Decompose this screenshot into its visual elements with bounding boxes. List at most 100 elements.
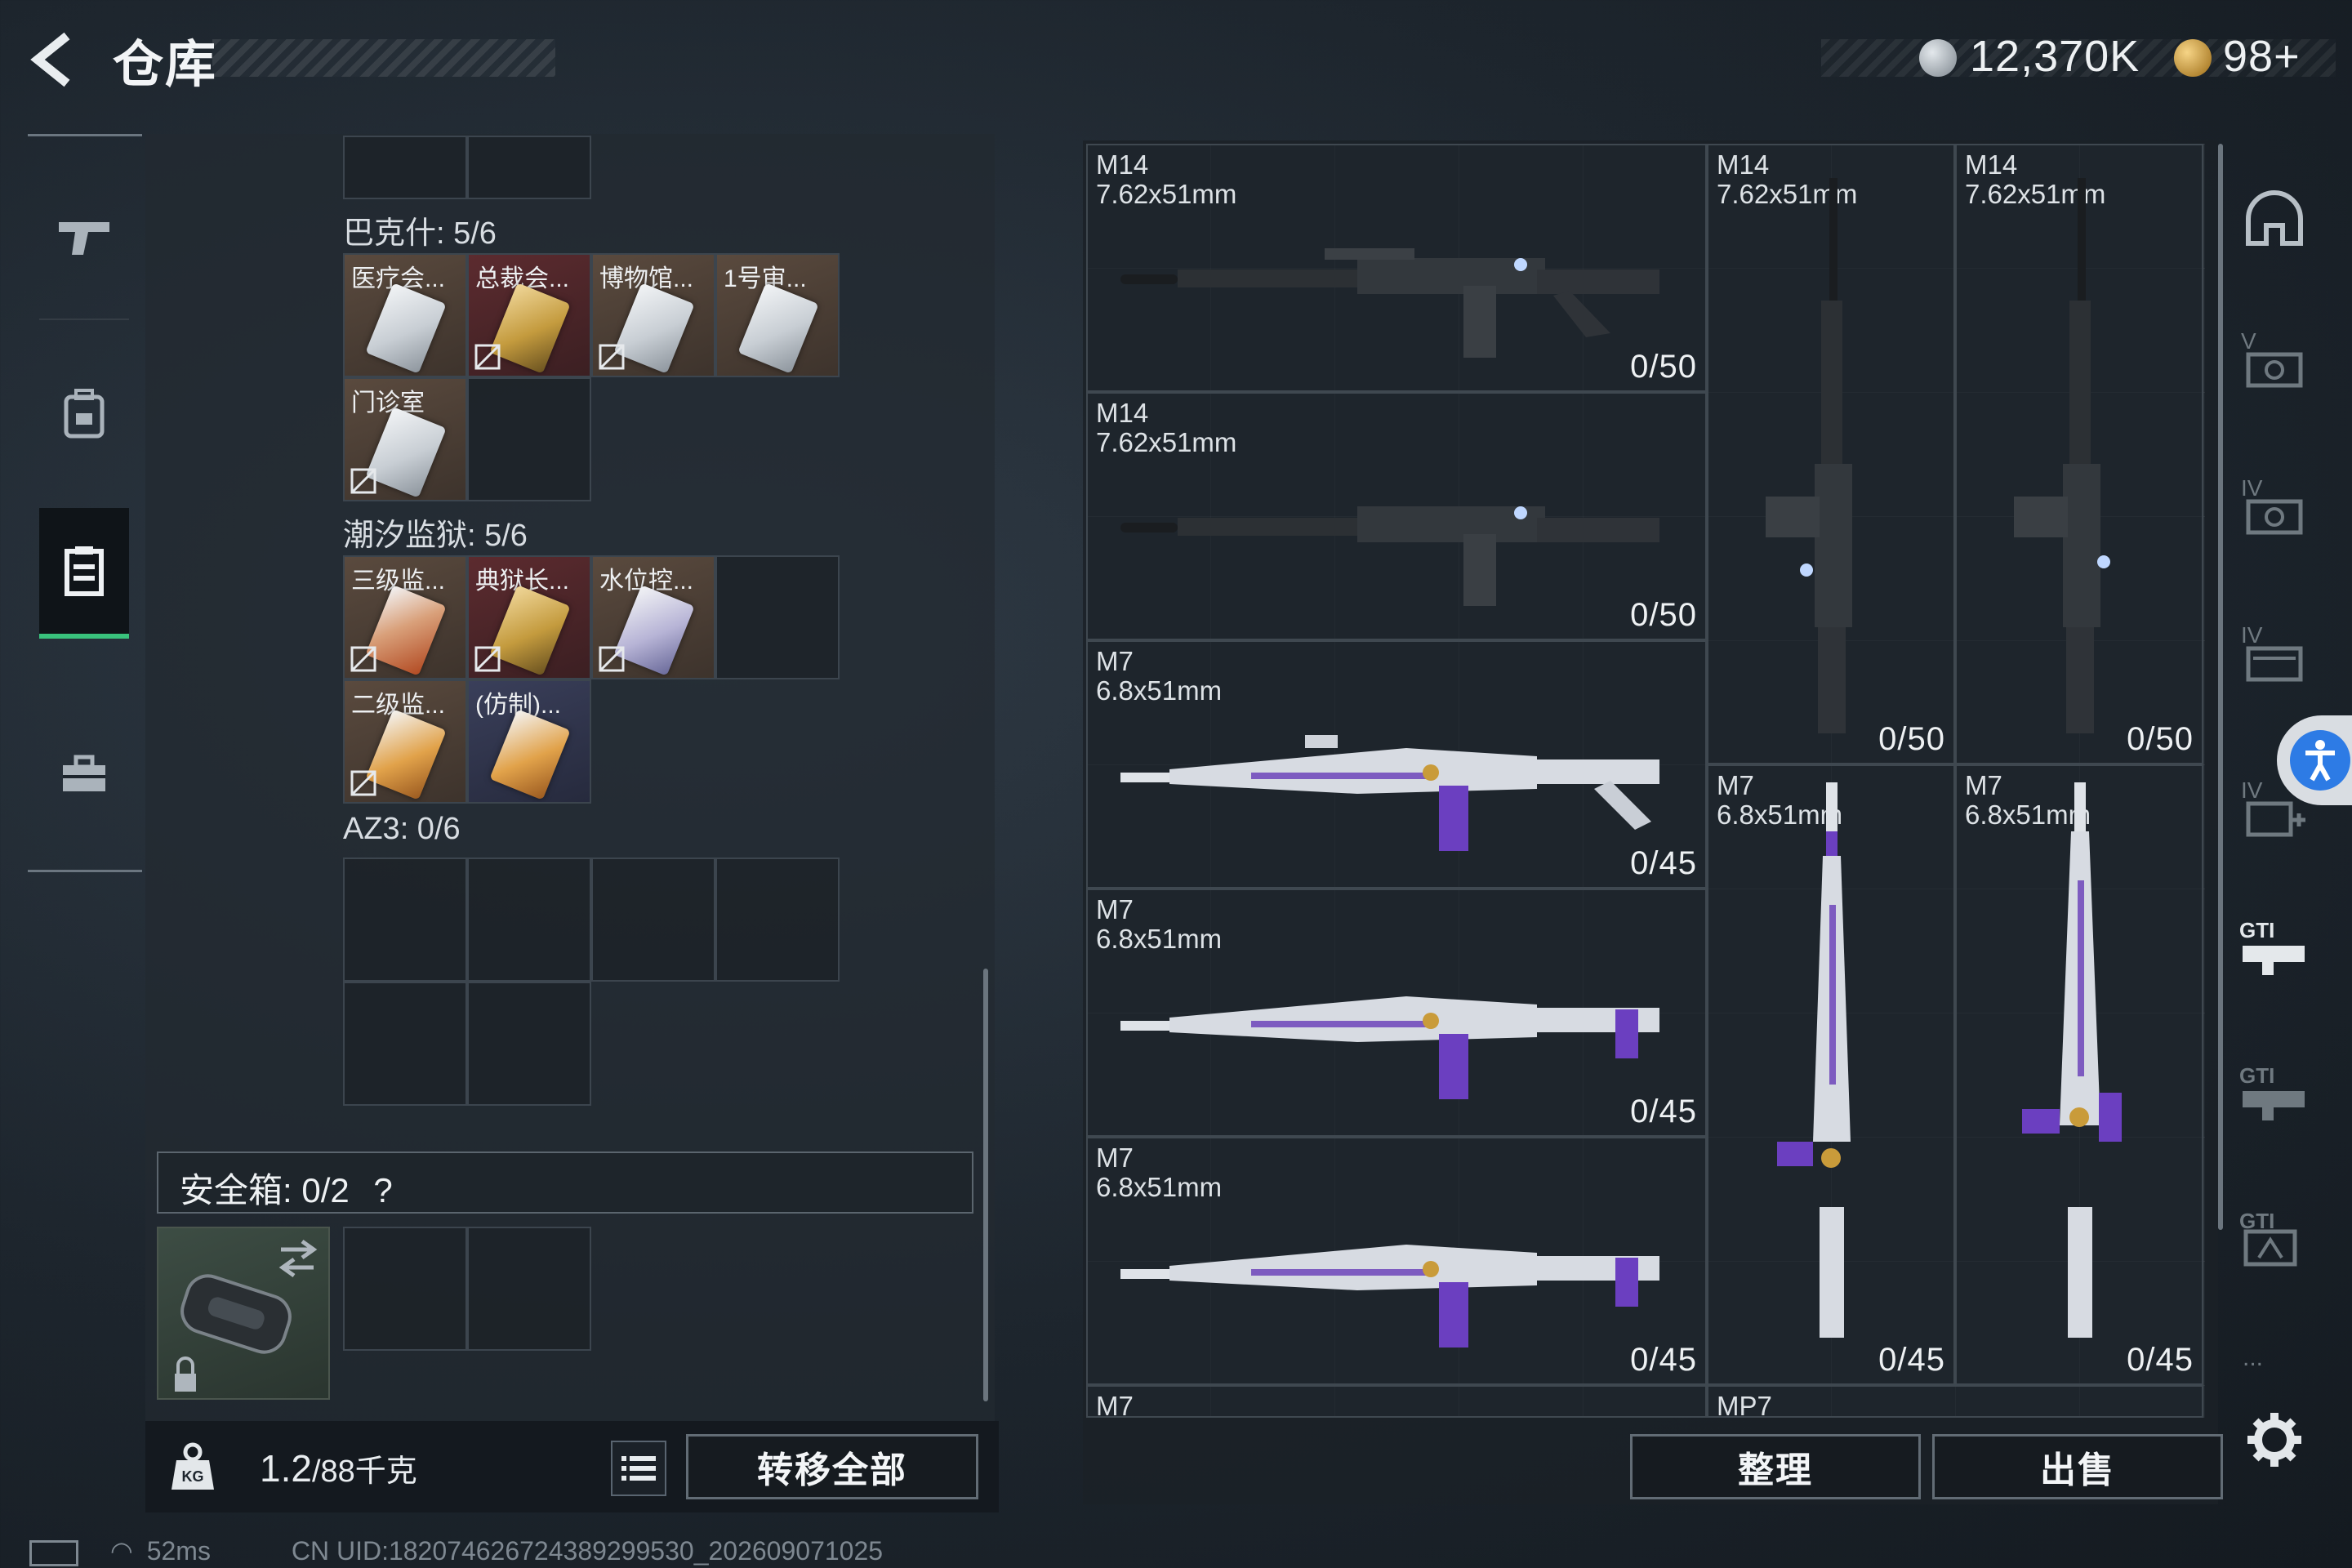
weapon-item[interactable]: M7 6.8x51mm 0/45 <box>1086 640 1707 889</box>
key-card-item[interactable]: (仿制)... <box>467 679 591 804</box>
keycard-icon <box>365 283 447 374</box>
rail-divider <box>39 318 129 320</box>
gti-filter-icon[interactable]: GTI <box>2238 1058 2311 1132</box>
m14-rifle-icon <box>2014 178 2110 733</box>
m7-rifle-icon <box>2022 782 2122 1338</box>
no-trade-icon <box>474 344 501 370</box>
storage-slot[interactable] <box>467 982 591 1106</box>
keycard-icon <box>613 585 695 676</box>
section-label-bakeshi: 巴克什: 5/6 <box>343 216 497 251</box>
weapon-item[interactable]: M14 7.62x51mm 0/50 <box>1955 144 2203 764</box>
weapon-ammo: 0/50 <box>1630 349 1697 385</box>
armor-iv-filter-icon[interactable]: IV <box>2238 474 2311 547</box>
settings-gear-icon[interactable] <box>2238 1403 2311 1477</box>
latency-readout: 52ms <box>146 1536 211 1566</box>
safe-box-slot[interactable] <box>343 1227 467 1351</box>
back-arrow-icon <box>30 32 70 87</box>
rail-backpack-tab[interactable] <box>39 348 129 479</box>
list-icon <box>621 1456 656 1481</box>
key-card-item[interactable]: 门诊室 <box>343 377 467 501</box>
section-label-az3: AZ3: 0/6 <box>343 812 461 846</box>
storage-slot[interactable] <box>467 858 591 982</box>
rail-storage-tab[interactable] <box>39 508 129 639</box>
chest-iv-filter-icon[interactable]: IV <box>2238 621 2311 694</box>
more-icon[interactable]: ... <box>2243 1344 2263 1372</box>
key-card-item[interactable]: 典狱长... <box>467 555 591 679</box>
m14-rifle-icon <box>1120 506 1659 606</box>
key-card-item[interactable]: 1号审... <box>715 253 840 377</box>
keycard-icon <box>489 283 571 374</box>
weapon-name: MP7 <box>1717 1391 1772 1421</box>
status-bar: ◠ 52ms CN UID:182074626724389299530_2026… <box>29 1535 883 1566</box>
currency-secondary[interactable]: 98+ <box>2223 31 2301 82</box>
keycard-icon <box>489 709 571 800</box>
accessibility-icon <box>2290 730 2350 791</box>
weapon-name: M7 <box>1096 1391 1134 1421</box>
no-trade-icon <box>350 468 376 494</box>
no-trade-icon <box>474 646 501 672</box>
weapon-item[interactable]: M14 7.62x51mm 0/50 <box>1707 144 1955 764</box>
key-card-item[interactable]: 博物馆... <box>591 253 715 377</box>
weapon-item[interactable]: M7 6.8x51mm 0/45 <box>1955 764 2203 1385</box>
no-trade-icon <box>599 646 625 672</box>
weight-value: 1.2 <box>260 1447 312 1490</box>
weapon-item[interactable]: M14 7.62x51mm 0/50 <box>1086 144 1707 392</box>
wifi-icon: ◠ <box>109 1536 133 1566</box>
storage-slot[interactable] <box>343 858 467 982</box>
weapon-item[interactable]: M7 6.8x51mm 0/45 <box>1086 1137 1707 1385</box>
safe-box-help-button[interactable]: ? <box>373 1171 392 1209</box>
key-card-item[interactable]: 二级监... <box>343 679 467 804</box>
safe-box-slot[interactable] <box>467 1227 591 1351</box>
storage-slot[interactable] <box>715 858 840 982</box>
battery-icon <box>29 1539 78 1566</box>
key-card-item[interactable]: 总裁会... <box>467 253 591 377</box>
storage-slot[interactable] <box>343 136 467 199</box>
transfer-all-button[interactable]: 转移全部 <box>686 1434 978 1499</box>
toolbox-icon <box>63 755 105 791</box>
safe-case-icon <box>175 1239 318 1392</box>
storage-slot[interactable] <box>715 555 840 679</box>
storage-slot[interactable] <box>343 982 467 1106</box>
sell-button[interactable]: 出售 <box>1932 1434 2223 1499</box>
keycard-icon <box>613 283 695 374</box>
gti-filter-icon[interactable]: GTI <box>2238 1204 2311 1277</box>
armor-v-filter-icon[interactable]: V <box>2238 327 2311 400</box>
keycard-icon <box>365 585 447 676</box>
key-card-item[interactable]: 水位控... <box>591 555 715 679</box>
m7-rifle-icon <box>1120 735 1659 851</box>
weapon-item[interactable]: M7 6.8x51mm 0/45 <box>1707 764 1955 1385</box>
m14-rifle-icon <box>1766 178 1852 733</box>
weapon-item[interactable]: M14 7.62x51mm 0/50 <box>1086 392 1707 640</box>
helmet-filter-icon[interactable] <box>2238 181 2311 255</box>
storage-slot[interactable] <box>467 136 591 199</box>
sort-button[interactable]: 整理 <box>1630 1434 1921 1499</box>
keycard-icon <box>737 283 819 374</box>
weapon-ammo: 0/45 <box>2127 1342 2194 1378</box>
key-card-label: 门诊室 <box>351 390 425 416</box>
weapon-ammo: 0/45 <box>1630 1094 1697 1129</box>
key-card-item[interactable]: 医疗会... <box>343 253 467 377</box>
weapon-item-partial[interactable]: MP7 <box>1707 1385 2203 1421</box>
backpack-icon <box>64 389 105 439</box>
rail-toolbox-tab[interactable] <box>39 709 129 840</box>
storage-scrollbar[interactable] <box>983 969 988 1401</box>
weight-max: /88千克 <box>311 1454 417 1489</box>
page-title: 仓库 <box>113 37 218 93</box>
weapon-item-partial[interactable]: M7 <box>1086 1385 1707 1421</box>
weapon-scrollbar[interactable] <box>2218 144 2223 1230</box>
rail-weapons-tab[interactable] <box>39 172 129 302</box>
weapon-ammo: 0/45 <box>1630 1342 1697 1378</box>
safe-case-item[interactable] <box>157 1227 330 1400</box>
back-button[interactable] <box>24 31 82 88</box>
weapon-item[interactable]: M7 6.8x51mm 0/45 <box>1086 889 1707 1137</box>
pistol-icon <box>59 222 109 255</box>
weapon-ammo: 0/50 <box>1630 597 1697 633</box>
coin-gold-icon <box>2174 39 2212 77</box>
title-stripe-decoration <box>212 39 555 77</box>
list-view-button[interactable] <box>611 1441 666 1496</box>
storage-slot[interactable] <box>467 377 591 501</box>
storage-slot[interactable] <box>591 858 715 982</box>
key-card-item[interactable]: 三级监... <box>343 555 467 679</box>
weight-icon: KG <box>170 1441 216 1493</box>
gti-filter-icon-active[interactable]: GTI <box>2238 913 2311 987</box>
